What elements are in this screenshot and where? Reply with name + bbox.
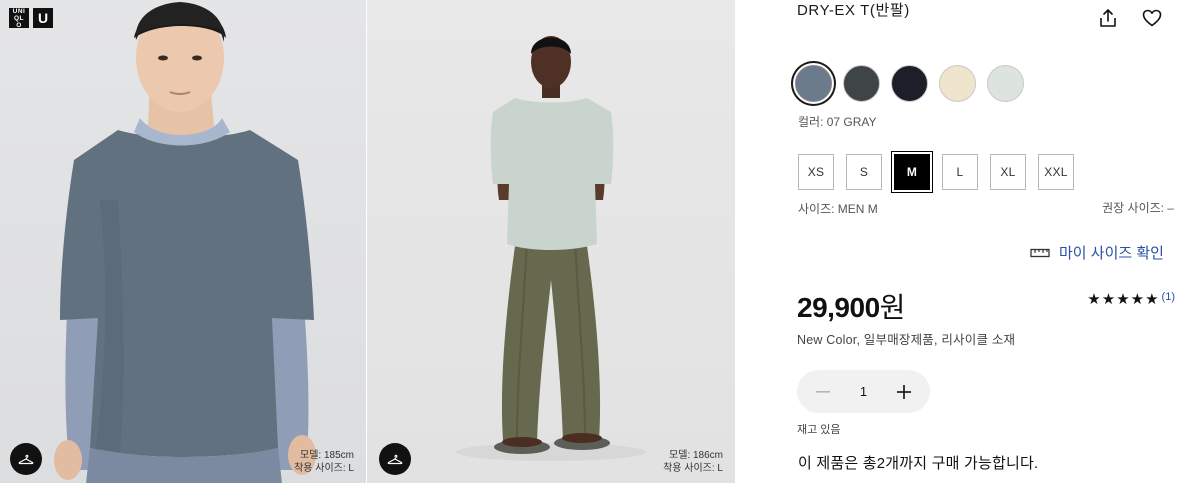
rating-stars: ★★★★★ bbox=[1087, 291, 1160, 308]
color-swatch[interactable] bbox=[987, 65, 1024, 102]
stock-status: 재고 있음 bbox=[797, 424, 841, 436]
quantity-stepper: 1 bbox=[797, 370, 930, 413]
color-swatches bbox=[795, 65, 1024, 102]
price-currency: 원 bbox=[879, 292, 906, 323]
share-icon bbox=[1100, 9, 1116, 27]
color-swatch[interactable] bbox=[795, 65, 832, 102]
size-label: 사이즈: MEN M bbox=[798, 202, 878, 216]
product-tags: New Color, 일부매장제품, 리사이클 소재 bbox=[797, 333, 1016, 347]
size-option-l[interactable]: L bbox=[942, 154, 978, 190]
hanger-button[interactable] bbox=[379, 443, 411, 475]
uniqlo-u-logo: U bbox=[33, 8, 53, 28]
size-option-s[interactable]: S bbox=[846, 154, 882, 190]
minus-icon bbox=[816, 390, 830, 393]
my-size-link-label: 마이 사이즈 확인 bbox=[1059, 245, 1164, 262]
quantity-value[interactable]: 1 bbox=[860, 384, 867, 399]
model-height: 모델: 186cm bbox=[669, 450, 723, 461]
size-option-m[interactable]: M bbox=[894, 154, 930, 190]
price-value: 29,900 bbox=[797, 292, 880, 323]
product-title: DRY-EX T(반팔) bbox=[797, 2, 910, 19]
logo-u-text: U bbox=[37, 10, 49, 26]
uniqlo-logo[interactable]: UNI QLO U bbox=[9, 7, 53, 29]
product-detail-panel: DRY-EX T(반팔) 컬러: 07 GRAY XS S M L XL XXL… bbox=[735, 0, 1192, 483]
color-swatch[interactable] bbox=[843, 65, 880, 102]
purchase-limit-notice: 이 제품은 총2개까지 구매 가능합니다. bbox=[798, 455, 1039, 472]
hanger-icon bbox=[18, 454, 34, 465]
model-worn-size: 착용 사이즈: L bbox=[294, 463, 354, 474]
model-photo-closeup bbox=[54, 2, 316, 483]
recommended-size: 권장 사이즈: – bbox=[1102, 201, 1174, 215]
plus-icon bbox=[896, 384, 911, 399]
increase-quantity-button[interactable] bbox=[892, 380, 916, 404]
product-rating[interactable]: ★★★★★ (1) bbox=[1087, 290, 1175, 308]
logo-text: UNI QLO bbox=[12, 7, 26, 29]
model-info: 모델: 185cm 착용 사이즈: L bbox=[294, 449, 354, 475]
decrease-quantity-button[interactable] bbox=[811, 380, 835, 404]
model-height: 모델: 185cm bbox=[300, 450, 354, 461]
product-photo-front[interactable]: UNI QLO U 모델: 185cm 착용 사이즈: L bbox=[0, 0, 366, 483]
favorite-button[interactable] bbox=[1140, 6, 1164, 30]
model-worn-size: 착용 사이즈: L bbox=[663, 463, 723, 474]
review-count-link[interactable]: (1) bbox=[1162, 291, 1175, 303]
product-page: UNI QLO U 모델: 185cm 착용 사이즈: L 모델: 186cm … bbox=[0, 0, 1192, 483]
size-option-xs[interactable]: XS bbox=[798, 154, 834, 190]
model-photo-full-body bbox=[456, 36, 646, 461]
hanger-icon bbox=[387, 454, 403, 465]
hanger-button[interactable] bbox=[10, 443, 42, 475]
heart-icon bbox=[1142, 9, 1162, 27]
color-label: 컬러: 07 GRAY bbox=[798, 115, 877, 129]
uniqlo-logo-mark: UNI QLO bbox=[9, 7, 29, 29]
product-price: 29,900원 bbox=[797, 286, 905, 326]
size-option-xxl[interactable]: XXL bbox=[1038, 154, 1074, 190]
my-size-link[interactable]: 마이 사이즈 확인 bbox=[1030, 242, 1164, 263]
product-photo-full[interactable]: 모델: 186cm 착용 사이즈: L bbox=[367, 0, 735, 483]
color-swatch[interactable] bbox=[891, 65, 928, 102]
size-option-xl[interactable]: XL bbox=[990, 154, 1026, 190]
share-button[interactable] bbox=[1096, 6, 1120, 30]
size-options: XS S M L XL XXL bbox=[798, 154, 1074, 190]
color-swatch[interactable] bbox=[939, 65, 976, 102]
model-info: 모델: 186cm 착용 사이즈: L bbox=[663, 449, 723, 475]
ruler-icon bbox=[1030, 248, 1050, 257]
